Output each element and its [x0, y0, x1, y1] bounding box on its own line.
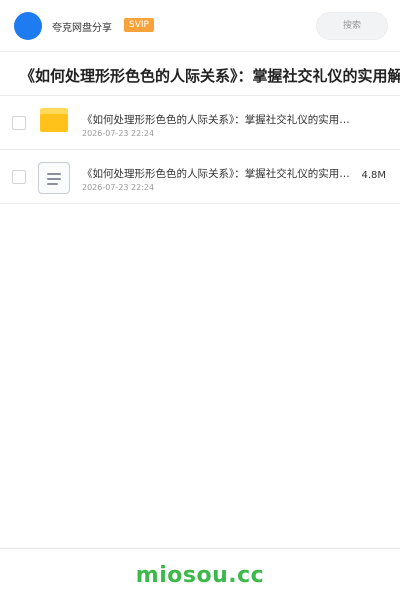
search-input[interactable]: 搜索	[316, 12, 388, 40]
file-date: 2026-07-23 22:24	[82, 183, 155, 192]
document-icon	[38, 162, 70, 194]
page-title: 《如何处理形形色色的人际关系》：掌握社交礼仪的实用解	[20, 67, 400, 85]
vip-badge: SVIP	[124, 18, 154, 32]
file-name[interactable]: 《如何处理形形色色的人际关系》：掌握社交礼仪的实用…	[82, 166, 358, 181]
user-name: 夸克网盘分享	[52, 23, 112, 34]
file-size: 4.8M	[361, 170, 386, 181]
footer: miosou.cc	[0, 548, 400, 600]
site-logo[interactable]: miosou.cc	[0, 563, 400, 588]
header: 夸克网盘分享 SVIP 搜索	[0, 0, 400, 52]
file-date: 2026-07-23 22:24	[82, 129, 155, 138]
file-row[interactable]: 《如何处理形形色色的人际关系》：掌握社交礼仪的实用… 2026-07-23 22…	[0, 96, 400, 150]
folder-icon	[40, 108, 68, 132]
row-checkbox[interactable]	[12, 116, 26, 130]
file-row[interactable]: 《如何处理形形色色的人际关系》：掌握社交礼仪的实用… 2026-07-23 22…	[0, 150, 400, 204]
title-bar: 《如何处理形形色色的人际关系》：掌握社交礼仪的实用解	[0, 53, 400, 96]
file-name[interactable]: 《如何处理形形色色的人际关系》：掌握社交礼仪的实用…	[82, 112, 372, 127]
row-checkbox[interactable]	[12, 170, 26, 184]
avatar[interactable]	[14, 12, 42, 40]
